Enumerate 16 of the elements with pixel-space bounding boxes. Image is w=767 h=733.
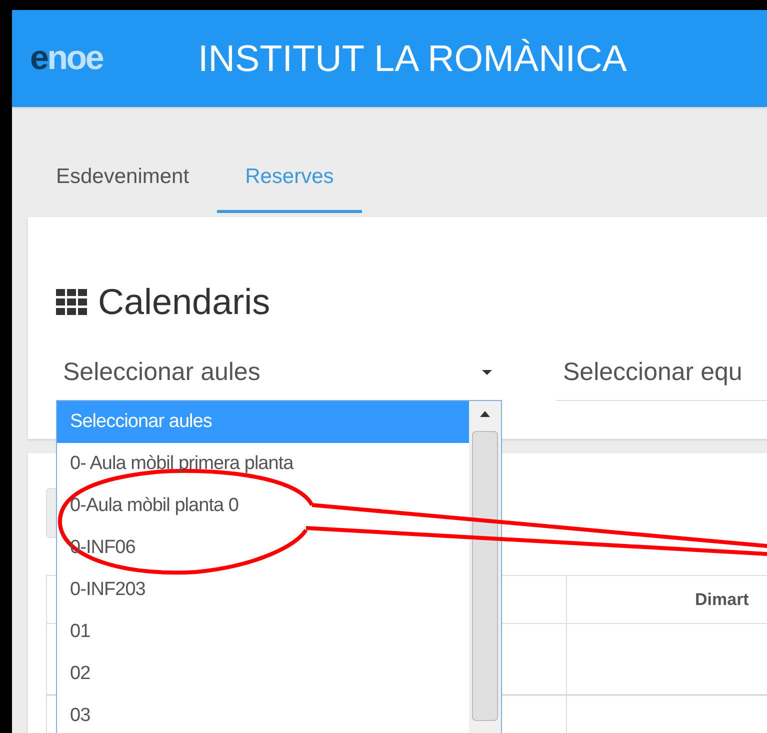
select-field[interactable]: Seleccionar equ <box>556 345 767 401</box>
app-title: INSTITUT LA ROMÀNICA <box>198 36 627 81</box>
dropdown-option[interactable]: 0-INF203 <box>57 569 469 611</box>
dropdown-option[interactable]: 0-Aula mòbil planta 0 <box>57 485 469 527</box>
logo: enoe <box>30 38 104 79</box>
dropdown-option[interactable]: 0- Aula mòbil primera planta <box>57 443 469 485</box>
dropdown-option[interactable]: 02 <box>57 653 469 695</box>
column-header: Dimart <box>695 588 749 611</box>
scroll-up-icon[interactable] <box>480 411 490 417</box>
card-title: Calendaris <box>98 280 270 324</box>
grid-icon <box>56 289 88 315</box>
scrollbar[interactable] <box>469 401 501 733</box>
tab[interactable]: Esdeveniment <box>28 143 218 213</box>
scrollbar-thumb[interactable] <box>472 431 498 721</box>
dropdown-option[interactable]: 01 <box>57 611 469 653</box>
dropdown-option[interactable]: 03 <box>57 695 469 733</box>
